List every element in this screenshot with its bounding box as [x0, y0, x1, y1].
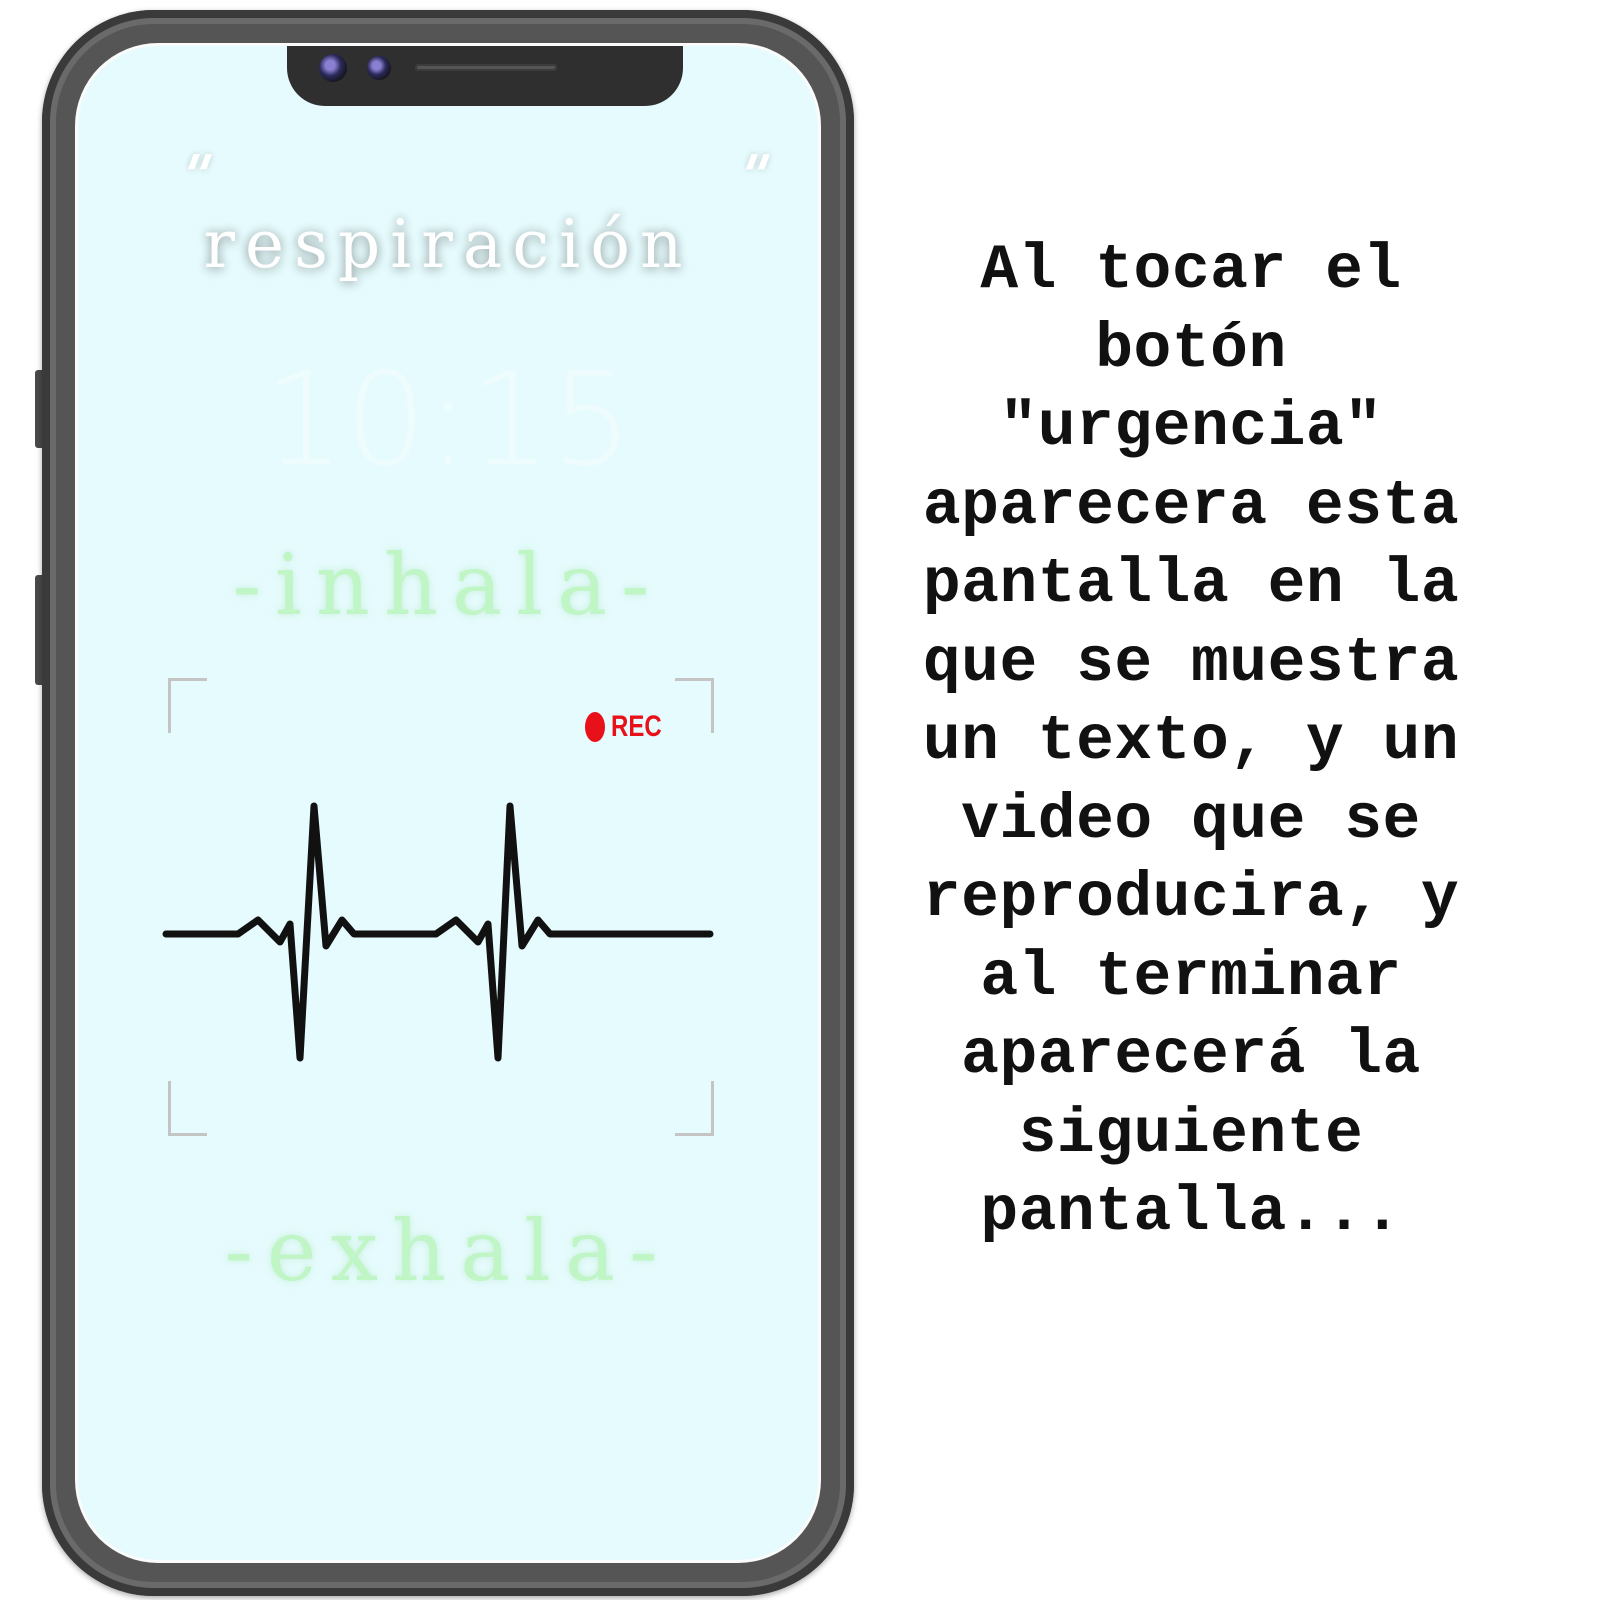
phone-screen: " " respiración 10:15 -inhala- REC -exha… [78, 46, 818, 1560]
clock-time: 10:15 [263, 346, 633, 495]
sensor-icon [367, 56, 391, 80]
caption-line: "urgencia" [999, 392, 1383, 463]
quote-mark-right-icon: " [726, 144, 780, 209]
quote-mark-left-icon: " [168, 144, 222, 209]
caption-line: reproducira, y [922, 863, 1460, 934]
caption-line: pantalla... [980, 1177, 1402, 1248]
description-text: Al tocar el botón "urgencia" aparecera e… [866, 232, 1516, 1253]
video-player[interactable]: REC [158, 666, 718, 1136]
caption-line: siguiente [1018, 1098, 1364, 1170]
caption-line: botón [1095, 313, 1287, 385]
phone-notch [287, 46, 683, 106]
caption-line: que se muestra [922, 627, 1460, 699]
caption-line: pantalla en la [922, 549, 1460, 620]
speaker-grille [415, 64, 557, 71]
inhale-label: -inhala- [232, 536, 664, 634]
phone-frame: " " respiración 10:15 -inhala- REC -exha… [42, 10, 854, 1596]
caption-line: un texto, y un [922, 706, 1460, 777]
screen-title: respiración [203, 206, 693, 283]
caption-line: video que se [961, 784, 1421, 856]
caption-line: aparecerá la [961, 1020, 1421, 1091]
front-camera-icon [319, 54, 347, 82]
caption-line: aparecera esta [922, 470, 1460, 542]
caption-line: Al tocar el [980, 235, 1402, 306]
exhale-label: -exhala- [224, 1202, 672, 1300]
caption-line: al terminar [980, 941, 1402, 1013]
heartbeat-icon [162, 802, 714, 1062]
